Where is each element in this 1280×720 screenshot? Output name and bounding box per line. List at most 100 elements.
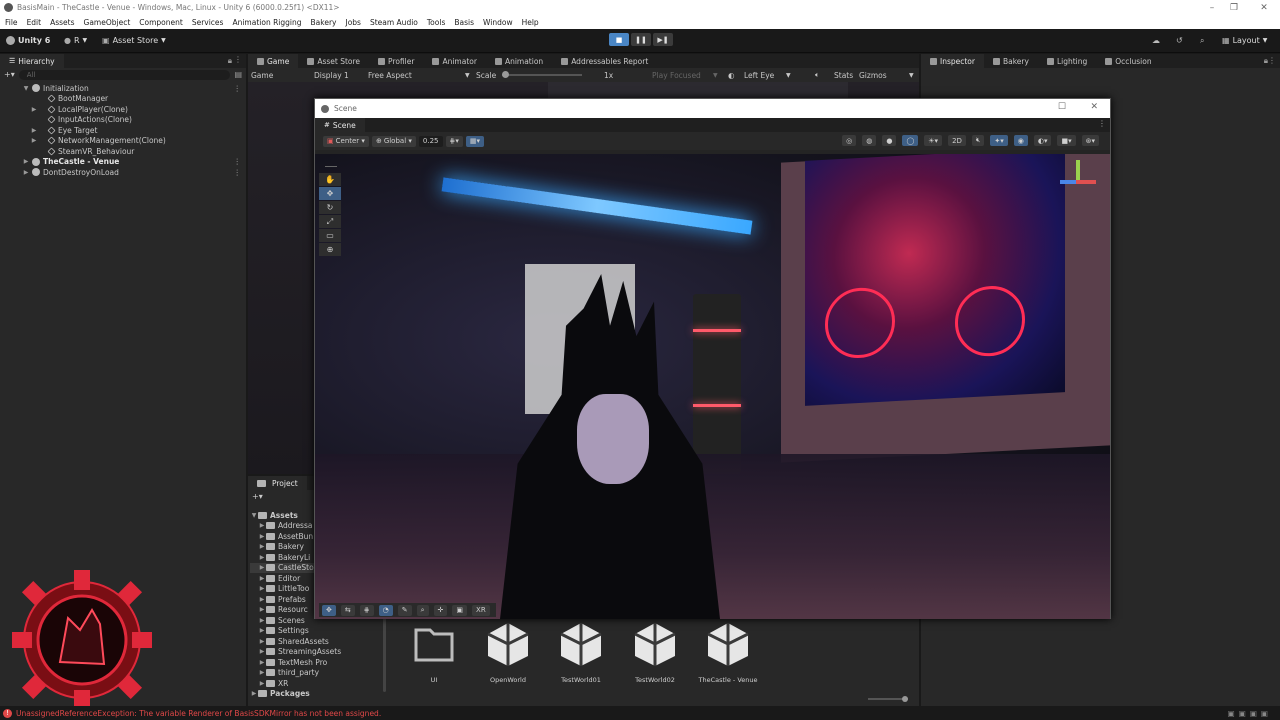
hierarchy-item[interactable]: ▼ Initialization ⋮ (0, 83, 246, 94)
menu-item-tools[interactable]: Tools (427, 18, 445, 27)
play-focused-dropdown[interactable]: Play Focused (652, 71, 701, 80)
expand-caret-icon[interactable]: ▶ (30, 127, 38, 134)
asset-item[interactable]: TestWorld02 (625, 620, 685, 684)
wireframe-shading-icon[interactable]: ◎ (842, 135, 857, 146)
camera-icon[interactable]: ■▾ (1057, 135, 1076, 146)
step-button[interactable]: ▶❚ (653, 33, 673, 46)
xr-button[interactable]: XR (472, 604, 490, 616)
tab-profiler[interactable]: Profiler (369, 54, 423, 68)
status-tray-icons[interactable]: ▣▣▣▣ (1228, 709, 1272, 718)
expand-caret-icon[interactable]: ▶ (258, 669, 266, 676)
expand-caret-icon[interactable]: ▶ (258, 596, 266, 603)
tab-inspector[interactable]: Inspector (921, 54, 984, 68)
expand-caret-icon[interactable]: ▶ (258, 627, 266, 634)
expand-caret-icon[interactable]: ▶ (258, 617, 266, 624)
add-icon[interactable]: +▾ (4, 70, 15, 79)
lock-icon[interactable]: 🔒︎ (228, 56, 232, 66)
brush-icon[interactable]: ✎ (397, 604, 412, 616)
space-dropdown[interactable]: ⊕ Global ▾ (371, 135, 416, 147)
menu-item-gameobject[interactable]: GameObject (84, 18, 131, 27)
zoom-icon[interactable]: ⌕ (416, 604, 429, 616)
scale-slider-thumb[interactable] (502, 71, 509, 78)
expand-caret-icon[interactable]: ▶ (258, 575, 266, 582)
scale-slider[interactable] (502, 71, 582, 78)
history-icon[interactable]: ↺ (1176, 33, 1183, 48)
snap-settings-icon[interactable]: ⋕▾ (445, 135, 463, 147)
lock-icon[interactable]: 🔒︎⋮ (1264, 56, 1276, 66)
project-folder-packages[interactable]: ▶ Packages (250, 689, 384, 700)
menu-item-assets[interactable]: Assets (50, 18, 74, 27)
effects-icon[interactable]: ✦▾ (990, 135, 1008, 146)
dimension-toggle[interactable]: 2D (948, 135, 966, 146)
tab-occlusion[interactable]: Occlusion (1096, 54, 1160, 68)
gizmo-x-axis[interactable] (1076, 180, 1096, 184)
menu-item-edit[interactable]: Edit (27, 18, 42, 27)
kebab-menu-icon[interactable]: ⋮ (1098, 119, 1106, 128)
expand-caret-icon[interactable]: ▶ (250, 690, 258, 697)
project-folder[interactable]: ▶ StreamingAssets (250, 647, 384, 658)
unlit-icon[interactable]: ◯ (902, 135, 919, 146)
transform-tool-icon[interactable]: ⊕ (319, 243, 341, 256)
move-tool-icon[interactable]: ✥ (319, 187, 341, 200)
game-mode-dropdown[interactable]: Game (251, 71, 273, 80)
visibility-icon[interactable]: ◉ (1013, 135, 1028, 146)
display-dropdown[interactable]: Display 1 (314, 71, 349, 80)
align-icon[interactable]: ⇆ (340, 604, 355, 616)
shaded-wireframe-icon[interactable]: ◍ (862, 135, 877, 146)
camera-overlay-icon[interactable]: ▣ (452, 604, 468, 616)
eye-dropdown[interactable]: Left Eye (744, 71, 774, 80)
grid-toggle-icon[interactable]: ▦▾ (465, 135, 485, 147)
project-folder[interactable]: ▶ third_party (250, 668, 384, 679)
asset-item[interactable]: UI (404, 620, 464, 684)
kebab-menu-icon[interactable]: ⋮ (234, 157, 242, 166)
navigate-icon[interactable]: ✛ (433, 604, 448, 616)
tab-lighting[interactable]: Lighting (1038, 54, 1096, 68)
expand-caret-icon[interactable]: ▶ (258, 638, 266, 645)
pause-button[interactable]: ❚❚ (631, 33, 651, 46)
expand-caret-icon[interactable]: ▶ (258, 606, 266, 613)
tab-game[interactable]: Game (248, 54, 299, 68)
kebab-menu-icon[interactable]: ⋮ (234, 55, 242, 64)
project-folder[interactable]: ▶ XR (250, 678, 384, 689)
menu-item-window[interactable]: Window (483, 18, 513, 27)
cloud-services-icon[interactable]: ☁ (1152, 33, 1160, 48)
camera-settings-icon[interactable]: ◐▾ (1033, 135, 1052, 146)
menu-item-basis[interactable]: Basis (454, 18, 474, 27)
kebab-menu-icon[interactable]: ⋮ (234, 168, 242, 177)
menu-item-steam-audio[interactable]: Steam Audio (370, 18, 418, 27)
tab-animation[interactable]: Animation (486, 54, 552, 68)
rect-tool-icon[interactable]: ▭ (319, 229, 341, 242)
hierarchy-item[interactable]: SteamVR_Behaviour (0, 146, 246, 157)
hand-tool-icon[interactable]: ✋ (319, 173, 341, 186)
status-error-message[interactable]: UnassignedReferenceException: The variab… (16, 709, 381, 718)
expand-caret-icon[interactable]: ▶ (258, 680, 266, 687)
maximize-button[interactable]: ☐ (1058, 102, 1066, 112)
hierarchy-item[interactable]: ▶ LocalPlayer(Clone) (0, 104, 246, 115)
asset-item[interactable]: TheCastle - Venue (698, 620, 758, 684)
hierarchy-item[interactable]: ▶ DontDestroyOnLoad ⋮ (0, 167, 246, 178)
expand-caret-icon[interactable]: ▶ (258, 648, 266, 655)
hierarchy-item[interactable]: InputActions(Clone) (0, 115, 246, 126)
close-window-button[interactable]: ✕ (1250, 0, 1278, 15)
project-folder[interactable]: ▶ Settings (250, 626, 384, 637)
close-window-button[interactable]: ✕ (1090, 102, 1098, 112)
hierarchy-item[interactable]: ▶ Eye Target (0, 125, 246, 136)
expand-caret-icon[interactable]: ▶ (30, 106, 38, 113)
gizmos-dropdown[interactable]: Gizmos (859, 71, 887, 80)
menu-item-component[interactable]: Component (139, 18, 183, 27)
expand-caret-icon[interactable]: ▶ (258, 585, 266, 592)
audio-mute-icon[interactable]: 🔇︎ (971, 135, 985, 146)
maximize-button[interactable]: ❐ (1220, 0, 1248, 15)
project-folder[interactable]: ▶ SharedAssets (250, 636, 384, 647)
asset-store-dropdown[interactable]: ▣ Asset Store ▼ (102, 33, 166, 48)
tab-project[interactable]: Project (248, 476, 307, 490)
hierarchy-item[interactable]: ▶ NetworkManagement(Clone) (0, 136, 246, 147)
play-button[interactable]: ■ (609, 33, 629, 46)
snap-value-field[interactable]: 0.25 (418, 135, 443, 147)
menu-item-help[interactable]: Help (522, 18, 539, 27)
gizmos-icon[interactable]: ⊛▾ (1081, 135, 1099, 146)
menu-item-animation-rigging[interactable]: Animation Rigging (232, 18, 301, 27)
menu-item-jobs[interactable]: Jobs (345, 18, 360, 27)
tab-bakery[interactable]: Bakery (984, 54, 1038, 68)
gizmo-z-axis[interactable] (1060, 180, 1076, 184)
